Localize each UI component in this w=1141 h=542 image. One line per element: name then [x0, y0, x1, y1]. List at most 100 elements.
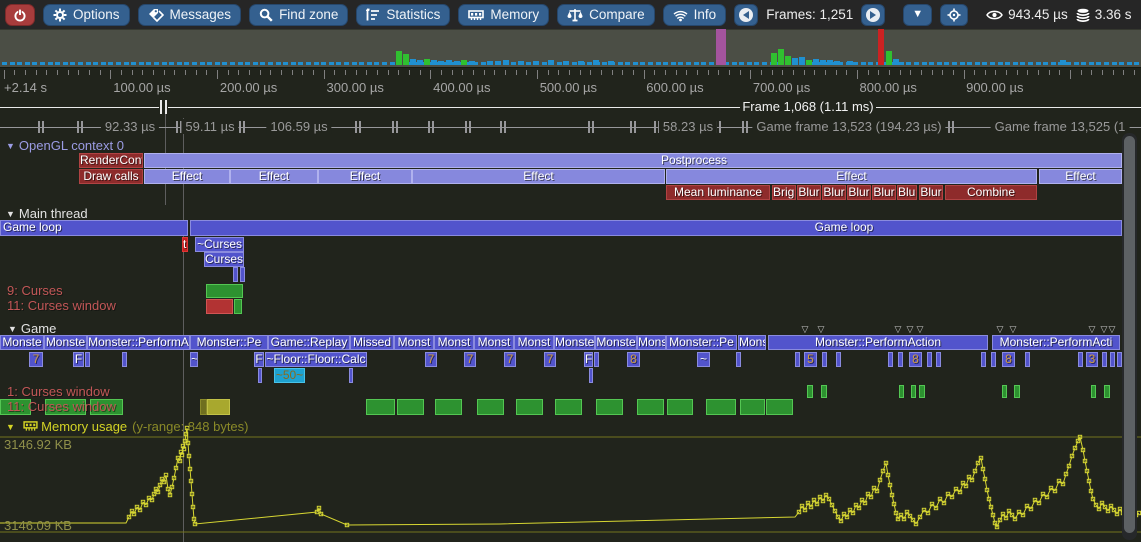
histogram-frame-bar[interactable]	[230, 62, 235, 65]
zone-bar[interactable]: 3	[1086, 352, 1098, 367]
histogram-frame-bar[interactable]	[417, 60, 423, 65]
zone-bar[interactable]: F	[73, 352, 84, 367]
histogram-frame-bar[interactable]	[526, 62, 531, 65]
histogram-frame-bar[interactable]	[1005, 62, 1010, 65]
zone-bar[interactable]	[1014, 385, 1020, 398]
histogram-frame-bar[interactable]	[982, 62, 987, 65]
histogram-frame-bar[interactable]	[799, 57, 805, 65]
histogram-frame-bar[interactable]	[131, 62, 136, 65]
histogram-frame-bar[interactable]	[771, 53, 777, 65]
zone-bar[interactable]: Monste	[554, 335, 595, 350]
histogram-frame-bar[interactable]	[177, 62, 182, 65]
message-marker-icon[interactable]: ▽	[1089, 325, 1096, 334]
histogram-frame-bar[interactable]	[192, 62, 197, 65]
zone-bar[interactable]: 5	[804, 352, 817, 367]
histogram-frame-bar[interactable]	[640, 62, 645, 65]
histogram-frame-bar[interactable]	[124, 62, 129, 65]
zone-bar[interactable]	[1002, 385, 1007, 398]
histogram-frame-bar[interactable]	[495, 61, 501, 65]
zone-bar[interactable]: 7	[544, 352, 556, 367]
histogram-frame-bar[interactable]	[40, 62, 45, 65]
zone-bar[interactable]	[1110, 352, 1115, 367]
histogram-frame-bar[interactable]	[747, 62, 752, 65]
zone-bar[interactable]	[736, 352, 741, 367]
zone-bar[interactable]: Monste	[0, 335, 44, 350]
histogram-frame-bar[interactable]	[625, 62, 630, 65]
histogram-frame-bar[interactable]	[260, 62, 265, 65]
histogram-frame-bar[interactable]	[438, 61, 444, 65]
histogram-frame-bar[interactable]	[283, 62, 288, 65]
zone-bar[interactable]: Brigh	[772, 185, 796, 200]
zone-bar[interactable]: RenderConte	[79, 153, 143, 168]
histogram-frame-bar[interactable]	[108, 62, 113, 65]
zone-bar[interactable]	[637, 399, 664, 415]
histogram-frame-bar[interactable]	[886, 51, 892, 65]
histogram-frame-bar[interactable]	[878, 28, 884, 65]
histogram-frame-bar[interactable]	[454, 61, 460, 65]
zone-bar[interactable]	[836, 352, 841, 367]
zone-bar[interactable]: 7	[464, 352, 476, 367]
message-marker-icon[interactable]: ▽	[907, 325, 914, 334]
histogram-frame-bar[interactable]	[1134, 62, 1139, 65]
histogram-frame-bar[interactable]	[893, 59, 899, 65]
histogram-frame-bar[interactable]	[937, 62, 942, 65]
zone-bar[interactable]: ~	[190, 352, 198, 367]
zone-bar[interactable]	[667, 399, 693, 415]
message-marker-icon[interactable]: ▽	[1010, 325, 1017, 334]
histogram-frame-bar[interactable]	[222, 62, 227, 65]
histogram-frame-bar[interactable]	[944, 62, 949, 65]
histogram-frame-bar[interactable]	[732, 62, 737, 65]
zone-bar[interactable]	[397, 399, 424, 415]
histogram-frame-bar[interactable]	[633, 62, 638, 65]
zone-bar[interactable]: Effect	[318, 169, 412, 184]
histogram-frame-bar[interactable]	[298, 62, 303, 65]
section-header-opengl[interactable]: ▼OpenGL context 0	[6, 138, 124, 153]
histogram-frame-bar[interactable]	[557, 62, 562, 65]
scrollbar-track[interactable]	[1122, 133, 1137, 540]
histogram-frame-bar[interactable]	[1036, 62, 1041, 65]
histogram-frame-bar[interactable]	[424, 59, 430, 65]
messages-button[interactable]: Messages	[138, 4, 242, 26]
histogram-frame-bar[interactable]	[336, 62, 341, 65]
zone-bar[interactable]: Effect	[230, 169, 318, 184]
histogram-frame-bar[interactable]	[446, 60, 452, 65]
histogram-frame-bar[interactable]	[671, 62, 676, 65]
zone-bar[interactable]	[919, 385, 925, 398]
histogram-frame-bar[interactable]	[410, 59, 416, 65]
histogram-frame-bar[interactable]	[914, 62, 919, 65]
histogram-frame-bar[interactable]	[215, 62, 220, 65]
histogram-frame-bar[interactable]	[1119, 62, 1124, 65]
histogram-frame-bar[interactable]	[701, 62, 706, 65]
histogram-frame-bar[interactable]	[154, 62, 159, 65]
histogram-frame-bar[interactable]	[469, 61, 475, 65]
histogram-frame-bar[interactable]	[656, 62, 661, 65]
histogram-frame-bar[interactable]	[694, 62, 699, 65]
zone-bar[interactable]: Monster::Pe	[666, 335, 737, 350]
histogram-frame-bar[interactable]	[754, 62, 759, 65]
histogram-frame-bar[interactable]	[503, 60, 509, 65]
histogram-frame-bar[interactable]	[1089, 62, 1094, 65]
zone-bar[interactable]	[234, 299, 242, 314]
zone-bar[interactable]	[927, 352, 932, 367]
message-marker-icon[interactable]: ▽	[917, 325, 924, 334]
histogram-frame-bar[interactable]	[827, 60, 833, 65]
info-button[interactable]: Info	[663, 4, 727, 26]
zone-bar[interactable]	[821, 385, 827, 398]
histogram-frame-bar[interactable]	[1096, 62, 1101, 65]
histogram-frame-bar[interactable]	[200, 62, 205, 65]
histogram-frame-bar[interactable]	[184, 62, 189, 65]
game-frame-label[interactable]: 92.33 µs	[101, 119, 159, 134]
histogram-frame-bar[interactable]	[396, 51, 402, 65]
histogram-frame-bar[interactable]	[847, 61, 853, 65]
message-marker-icon[interactable]: ▽	[997, 325, 1004, 334]
zone-bar[interactable]	[435, 399, 462, 415]
histogram-frame-bar[interactable]	[618, 62, 623, 65]
histogram-frame-bar[interactable]	[518, 61, 524, 65]
section-header-memory[interactable]: ▼ Memory usage(y-range: 848 bytes)	[6, 419, 249, 434]
histogram-frame-bar[interactable]	[1060, 60, 1066, 65]
zone-bar[interactable]: Mean luminance	[666, 185, 770, 200]
histogram-frame-bar[interactable]	[853, 62, 858, 65]
histogram-frame-bar[interactable]	[899, 62, 904, 65]
histogram-frame-bar[interactable]	[762, 62, 767, 65]
zone-bar[interactable]: Mons	[637, 335, 666, 350]
